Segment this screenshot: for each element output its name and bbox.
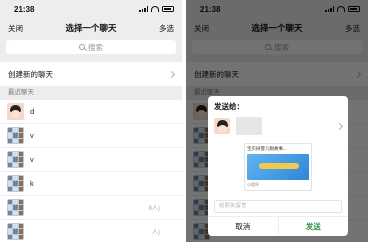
dialog-buttons: 取消 发送 [208,216,348,236]
chat-name: k [30,179,34,188]
create-new-chat-button[interactable]: 创建新的聊天 [0,62,182,86]
chat-item[interactable]: v [0,148,182,172]
create-new-chat-label: 创建新的聊天 [8,69,53,79]
chat-picker-screen: 21:38 关闭 选择一个聊天 多选 搜索 创建新的聊天 最近聊天 d v v [0,0,182,242]
group-avatar [7,127,24,144]
wifi-icon [151,6,159,12]
card-thumbnail [247,154,309,180]
chevron-right-icon [167,70,176,78]
cancel-button[interactable]: 取消 [208,217,279,236]
card-title: 宝贝树婴儿眼故事... [247,146,287,151]
nav-bar: 关闭 选择一个聊天 多选 [0,18,182,38]
avatar [7,103,24,120]
chevron-right-icon [335,122,344,130]
chat-name: v [30,155,34,164]
message-input[interactable]: 给朋友留言 [214,200,342,213]
chat-item[interactable]: k [0,172,182,196]
group-avatar [7,199,24,216]
mini-program-tag: 小程序 [247,182,259,187]
chat-name: v [30,131,34,140]
search-icon [79,44,85,50]
status-icons [139,6,174,12]
page-title: 选择一个聊天 [65,23,117,33]
status-bar: 21:38 [0,0,182,18]
member-count: 8人) [148,206,160,212]
send-dialog: 发送给： 宝贝树婴儿眼故事... 小程序 给朋友留言 取消 发送 [208,96,348,236]
status-time: 21:38 [14,4,35,14]
battery-icon [162,6,174,12]
multi-select-button[interactable]: 多选 [159,23,174,34]
group-avatar [7,175,24,192]
chat-item[interactable]: v [0,124,182,148]
chat-name: d [30,107,35,116]
search-placeholder: 搜索 [88,42,103,52]
recent-chats-header: 最近聊天 [0,86,182,100]
chat-item[interactable]: 人) [0,220,182,242]
send-to-screen: 21:38 关闭 选择一个聊天 多选 搜索 创建新的聊天 最近聊天 发送给： [186,0,368,242]
group-avatar [7,151,24,168]
chat-item[interactable]: 8人) [0,196,182,220]
dialog-title: 发送给： [214,102,244,111]
recipient-name-blurred [236,117,262,135]
search-input[interactable]: 搜索 [6,40,176,54]
recent-chat-list: d v v k 8人) 人) [0,100,182,242]
close-button[interactable]: 关闭 [8,23,23,34]
signal-icon [139,6,148,12]
group-avatar [7,223,24,240]
recipient-row[interactable] [208,115,348,137]
mini-program-card: 宝贝树婴儿眼故事... 小程序 [244,143,312,191]
chat-item[interactable]: d [0,100,182,124]
send-button[interactable]: 发送 [279,217,349,236]
member-count: 人) [152,230,160,236]
recipient-avatar [214,118,230,134]
